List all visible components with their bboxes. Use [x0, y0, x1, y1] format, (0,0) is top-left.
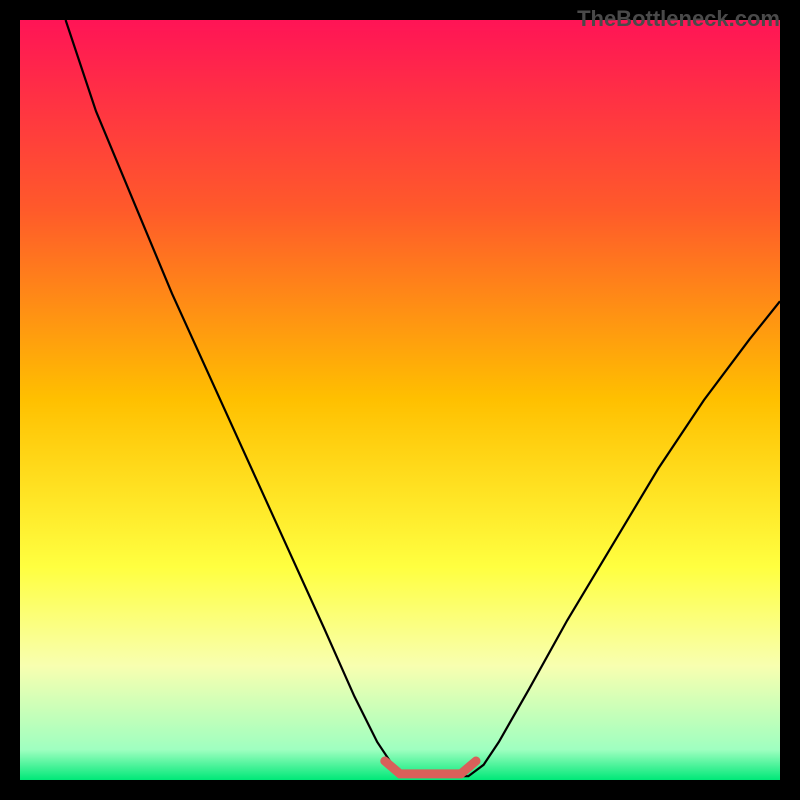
gradient-background — [20, 20, 780, 780]
bottleneck-chart — [20, 20, 780, 780]
watermark-text: TheBottleneck.com — [577, 6, 780, 32]
chart-plot-area — [20, 20, 780, 780]
